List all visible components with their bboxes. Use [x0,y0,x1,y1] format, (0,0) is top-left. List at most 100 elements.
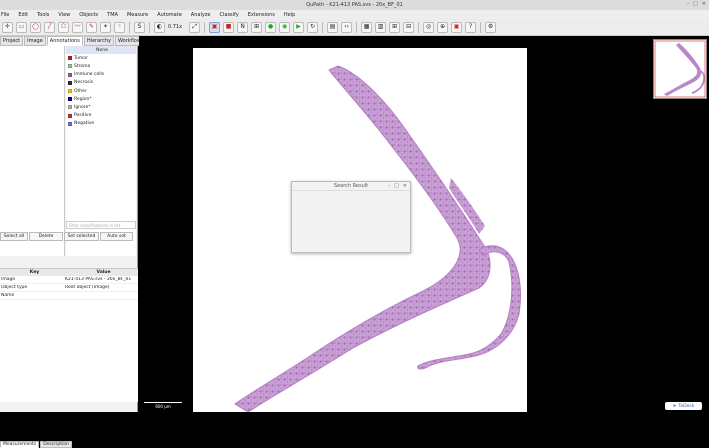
dialog-close-button[interactable]: ✕ [403,183,407,189]
zoom-level[interactable]: 0.71x [168,24,182,30]
show-tma-button[interactable]: ⊞ [251,21,263,33]
polyline-tool-button[interactable]: 〰 [72,21,83,33]
annotation-list[interactable] [0,46,65,256]
fill-detections-button[interactable]: ◉ [279,21,291,33]
maximize-button[interactable]: □ [693,1,698,7]
tab-measurements[interactable]: Measurements [0,441,40,448]
property-key: Image [1,277,16,282]
table-row[interactable]: Name [0,292,138,300]
class-list-item[interactable]: Tumor [66,54,136,62]
close-button[interactable]: ✕ [702,1,706,7]
property-key: Name [1,293,15,298]
tab-description[interactable]: Description [40,441,72,448]
tab-image[interactable]: Image [24,36,46,46]
polygon-tool-button[interactable]: ⬠ [58,21,69,33]
image-viewer[interactable]: Search Result – □ ✕ 600 µm ➤ ToDesk [139,36,709,412]
class-color-swatch [68,97,72,102]
class-list-item[interactable]: Other [66,87,136,95]
fill-detections-icon: ◉ [281,23,288,30]
delete-button[interactable]: Delete [29,232,63,241]
class-list-item[interactable]: Negative [66,120,136,128]
object-button[interactable]: ◎ [423,21,435,33]
menu-tools[interactable]: Tools [37,12,49,18]
log-button[interactable]: ▣ [451,21,463,33]
overlay-icon: ▦ [363,23,370,30]
grid-button[interactable]: ⊞ [389,21,401,33]
overview-thumbnail[interactable] [653,39,707,99]
menu-bar: File Edit Tools View Objects TMA Measure… [0,10,709,19]
extensions-button[interactable]: ⚙ [485,21,497,33]
selection-mode-button[interactable]: S [134,21,145,33]
table-row[interactable]: Object type Root object (Image) [0,284,138,292]
class-list-item[interactable]: Ignore* [66,103,136,111]
paper-plane-icon: ➤ [672,403,677,409]
dialog-maximize-button[interactable]: □ [394,183,399,189]
overlay-options-button[interactable]: ▦ [361,21,373,33]
value-column-header: Value [96,270,111,275]
ellipse-tool-button[interactable]: ◯ [30,21,41,33]
class-filter-input[interactable]: Filter classifications in list [66,221,136,229]
help-button[interactable]: ? [465,21,477,33]
class-list-item[interactable]: Necrosis [66,79,136,87]
todesk-widget[interactable]: ➤ ToDesk [665,402,702,410]
contrast-icon: ◐ [156,23,163,30]
selection-mode-icon: S [137,23,142,30]
dialog-minimize-button[interactable]: – [388,183,391,189]
menu-edit[interactable]: Edit [18,12,28,18]
menu-file[interactable]: File [1,12,9,18]
class-list-item[interactable]: None [66,46,136,55]
menu-automate[interactable]: Automate [157,12,182,18]
tab-annotations[interactable]: Annotations [46,36,83,46]
zoom-to-fit-button[interactable]: ⤢ [189,21,201,33]
auto-set-button[interactable]: Auto set [100,232,133,241]
property-value: K21-413 PAS.svs - 20x_BF_01 [65,277,132,282]
rectangle-tool-button[interactable]: ▭ [16,21,27,33]
select-all-button[interactable]: Select all [0,232,28,241]
properties-header: Key Value [0,269,138,276]
key-column-header: Key [29,270,40,275]
class-list-item[interactable]: Positive [66,112,136,120]
pixel-classifier-button[interactable]: ▥ [375,21,387,33]
show-names-button[interactable]: N [237,21,249,33]
measurement-table-button[interactable]: ▤ [327,21,339,33]
class-color-swatch [68,80,72,85]
menu-tma[interactable]: TMA [107,12,118,18]
play-button[interactable]: ▶ [293,21,305,33]
tab-project[interactable]: Project [0,36,24,46]
tab-hierarchy[interactable]: Hierarchy [83,36,114,46]
menu-extensions[interactable]: Extensions [248,12,275,18]
menu-objects[interactable]: Objects [79,12,98,18]
menu-measure[interactable]: Measure [127,12,148,18]
play-icon: ▶ [296,23,301,30]
show-annotations-button[interactable]: ▣ [209,21,221,33]
minimize-button[interactable]: – [687,1,690,7]
menu-view[interactable]: View [58,12,70,18]
set-selected-button[interactable]: Set selected [64,232,99,241]
menu-analyze[interactable]: Analyze [191,12,211,18]
class-list-item[interactable]: Region* [66,95,136,103]
fill-annotations-button[interactable]: ■ [223,21,235,33]
scale-bar-label: 600 µm [155,404,171,409]
show-detections-button[interactable]: ● [265,21,277,33]
menu-classify[interactable]: Classify [220,12,239,18]
location-button[interactable]: ⊕ [437,21,449,33]
search-result-dialog[interactable]: Search Result – □ ✕ [291,181,411,253]
class-label: None [96,47,108,53]
property-value: Root object (Image) [65,285,110,290]
table-row[interactable]: Image K21-413 PAS.svs - 20x_BF_01 [0,276,138,284]
wand-tool-button[interactable]: ✦ [100,21,111,33]
counting-grid-button[interactable]: ⊟ [403,21,415,33]
polygon-icon: ⬠ [60,23,67,30]
brush-tool-button[interactable]: ✎ [86,21,97,33]
class-list-item[interactable]: Immune cells [66,71,136,79]
main-toolbar: ✛ ▭ ◯ ╱ ⬠ 〰 ✎ ✦ ⁘ S ◐ 0.71x ⤢ ▣ ■ N ⊞ ● … [0,19,709,36]
points-tool-button[interactable]: ⁘ [114,21,125,33]
refresh-button[interactable]: ↻ [307,21,319,33]
script-editor-button[interactable]: ‹› [341,21,353,33]
brightness-contrast-button[interactable]: ◐ [154,21,165,33]
menu-help[interactable]: Help [284,12,295,18]
line-tool-button[interactable]: ╱ [44,21,55,33]
move-tool-button[interactable]: ✛ [2,21,13,33]
class-list-item[interactable]: Stroma [66,62,136,70]
class-label: Stroma [74,63,91,69]
